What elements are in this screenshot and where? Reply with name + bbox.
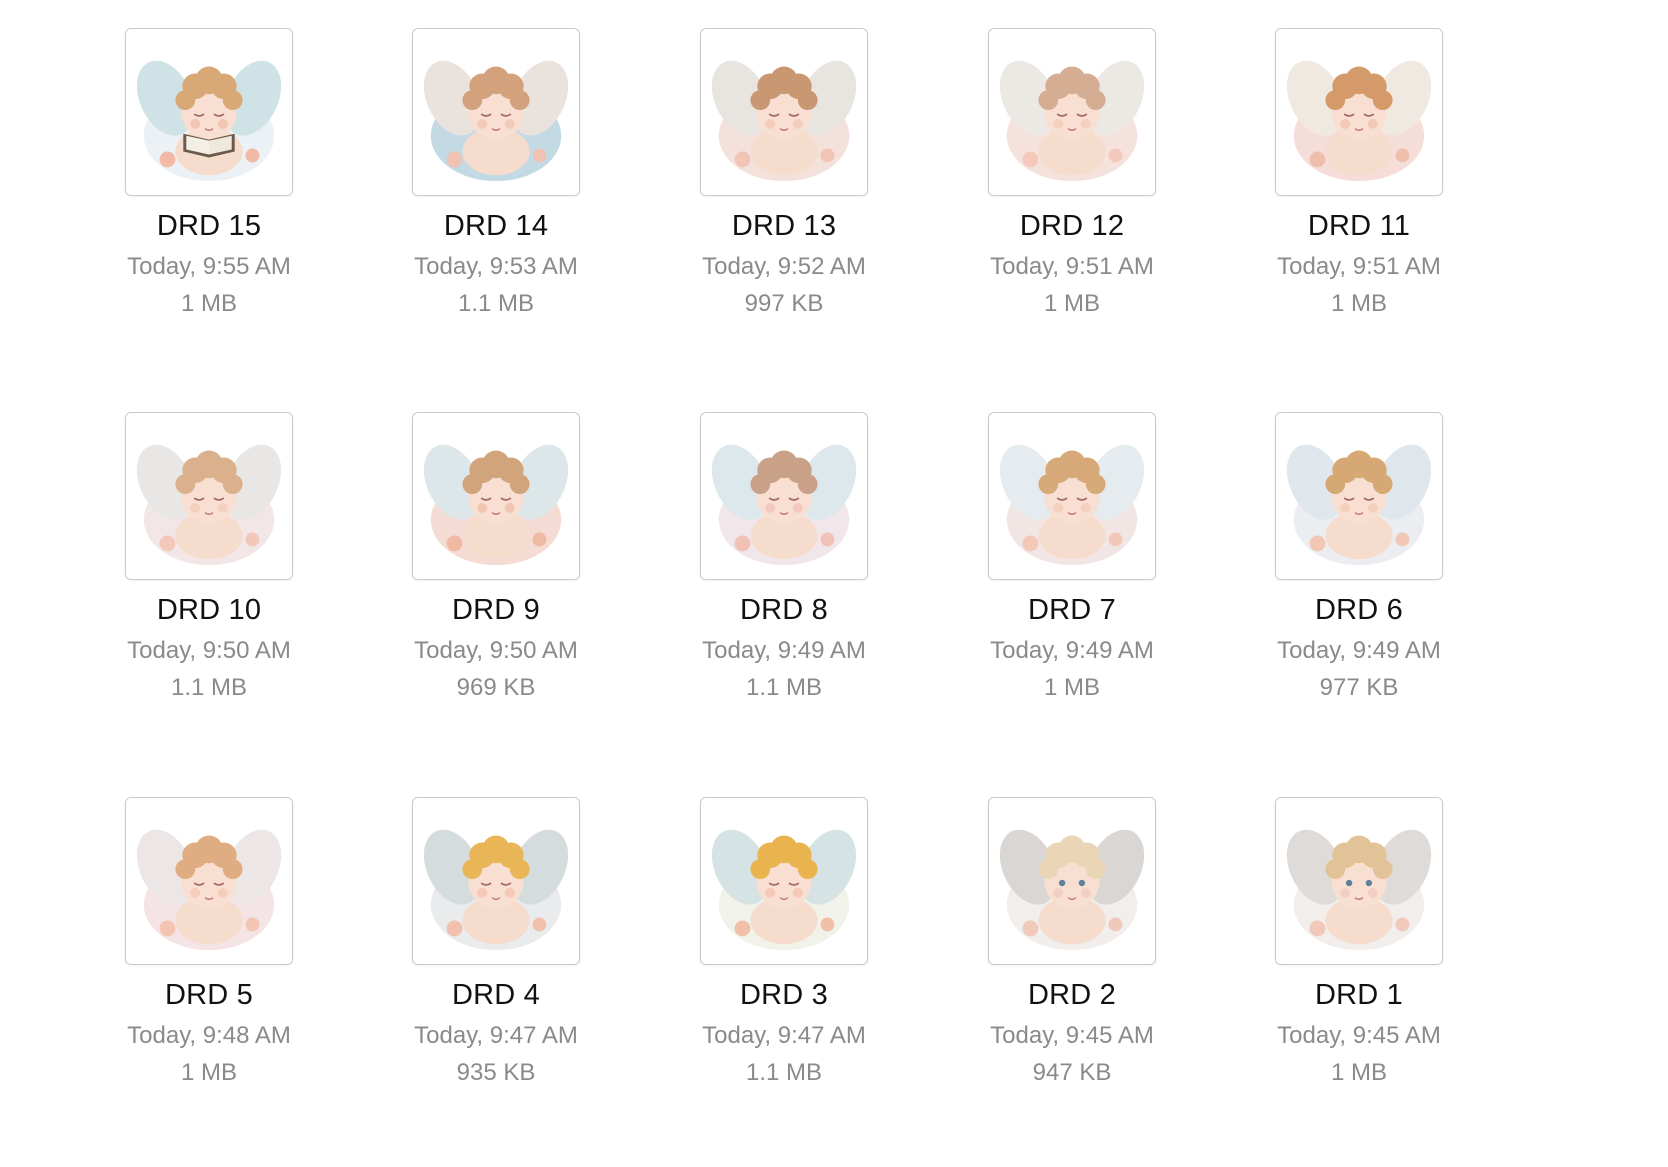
file-item-drd-4[interactable]: DRD 4 Today, 9:47 AM 935 KB [376,797,616,1097]
file-date: Today, 9:45 AM [1277,1022,1441,1049]
file-date: Today, 9:51 AM [990,253,1154,280]
cherub-sleeping-icon[interactable] [125,412,293,580]
file-item-drd-15[interactable]: DRD 15 Today, 9:55 AM 1 MB [89,28,329,328]
file-name: DRD 4 [451,979,540,1011]
cherub-sleeping-icon[interactable] [700,412,868,580]
cherub-sleeping-flowers-icon[interactable] [412,412,580,580]
file-date: Today, 9:49 AM [702,637,866,664]
file-item-drd-13[interactable]: DRD 13 Today, 9:52 AM 997 KB [664,28,904,328]
file-name: DRD 6 [1314,594,1403,626]
file-name: DRD 5 [164,979,253,1011]
file-grid: DRD 15 Today, 9:55 AM 1 MB DRD 14 Today,… [0,0,1668,1167]
file-item-drd-7[interactable]: DRD 7 Today, 9:49 AM 1 MB [952,412,1192,712]
file-date: Today, 9:50 AM [414,637,578,664]
file-item-drd-14[interactable]: DRD 14 Today, 9:53 AM 1.1 MB [376,28,616,328]
cherub-awake-icon[interactable] [1275,797,1443,965]
cherub-sleeping-icon[interactable] [988,412,1156,580]
cherub-golden-curls-icon[interactable] [412,797,580,965]
file-size: 947 KB [1032,1059,1112,1086]
file-date: Today, 9:45 AM [990,1022,1154,1049]
cherub-golden-curls-icon[interactable] [700,797,868,965]
file-item-drd-12[interactable]: DRD 12 Today, 9:51 AM 1 MB [952,28,1192,328]
file-size: 1 MB [1330,290,1387,317]
file-date: Today, 9:52 AM [702,253,866,280]
file-size: 977 KB [1319,674,1399,701]
file-size: 1 MB [1043,290,1100,317]
file-date: Today, 9:47 AM [414,1022,578,1049]
file-name: DRD 14 [443,210,549,242]
file-name: DRD 3 [739,979,828,1011]
file-size: 1 MB [1330,1059,1387,1086]
file-date: Today, 9:51 AM [1277,253,1441,280]
file-date: Today, 9:49 AM [1277,637,1441,664]
file-size: 1 MB [1043,674,1100,701]
cherub-sleeping-icon[interactable] [1275,28,1443,196]
cherub-sleeping-blue-cloud-icon[interactable] [412,28,580,196]
file-item-drd-2[interactable]: DRD 2 Today, 9:45 AM 947 KB [952,797,1192,1097]
file-item-drd-9[interactable]: DRD 9 Today, 9:50 AM 969 KB [376,412,616,712]
file-name: DRD 10 [156,594,262,626]
file-size: 1.1 MB [457,290,535,317]
file-name: DRD 8 [739,594,828,626]
file-date: Today, 9:47 AM [702,1022,866,1049]
file-size: 1 MB [180,290,237,317]
cherub-sleeping-icon[interactable] [988,28,1156,196]
file-date: Today, 9:55 AM [127,253,291,280]
cherub-sleeping-icon[interactable] [700,28,868,196]
file-item-drd-3[interactable]: DRD 3 Today, 9:47 AM 1.1 MB [664,797,904,1097]
file-date: Today, 9:49 AM [990,637,1154,664]
file-size: 935 KB [456,1059,536,1086]
file-name: DRD 15 [156,210,262,242]
file-item-drd-11[interactable]: DRD 11 Today, 9:51 AM 1 MB [1239,28,1479,328]
file-size: 1 MB [180,1059,237,1086]
file-item-drd-5[interactable]: DRD 5 Today, 9:48 AM 1 MB [89,797,329,1097]
file-item-drd-6[interactable]: DRD 6 Today, 9:49 AM 977 KB [1239,412,1479,712]
file-item-drd-10[interactable]: DRD 10 Today, 9:50 AM 1.1 MB [89,412,329,712]
cherub-reading-book-icon[interactable] [125,28,293,196]
file-date: Today, 9:48 AM [127,1022,291,1049]
file-item-drd-8[interactable]: DRD 8 Today, 9:49 AM 1.1 MB [664,412,904,712]
file-date: Today, 9:53 AM [414,253,578,280]
cherub-awake-icon[interactable] [988,797,1156,965]
file-name: DRD 11 [1307,210,1411,242]
file-size: 1.1 MB [170,674,248,701]
file-name: DRD 12 [1019,210,1125,242]
file-size: 969 KB [456,674,536,701]
file-size: 997 KB [744,290,824,317]
cherub-sleeping-icon[interactable] [1275,412,1443,580]
file-name: DRD 1 [1314,979,1403,1011]
file-date: Today, 9:50 AM [127,637,291,664]
file-name: DRD 2 [1027,979,1116,1011]
file-name: DRD 13 [731,210,837,242]
file-size: 1.1 MB [745,674,823,701]
file-name: DRD 9 [451,594,540,626]
file-size: 1.1 MB [745,1059,823,1086]
file-name: DRD 7 [1027,594,1116,626]
cherub-sleeping-icon[interactable] [125,797,293,965]
file-item-drd-1[interactable]: DRD 1 Today, 9:45 AM 1 MB [1239,797,1479,1097]
